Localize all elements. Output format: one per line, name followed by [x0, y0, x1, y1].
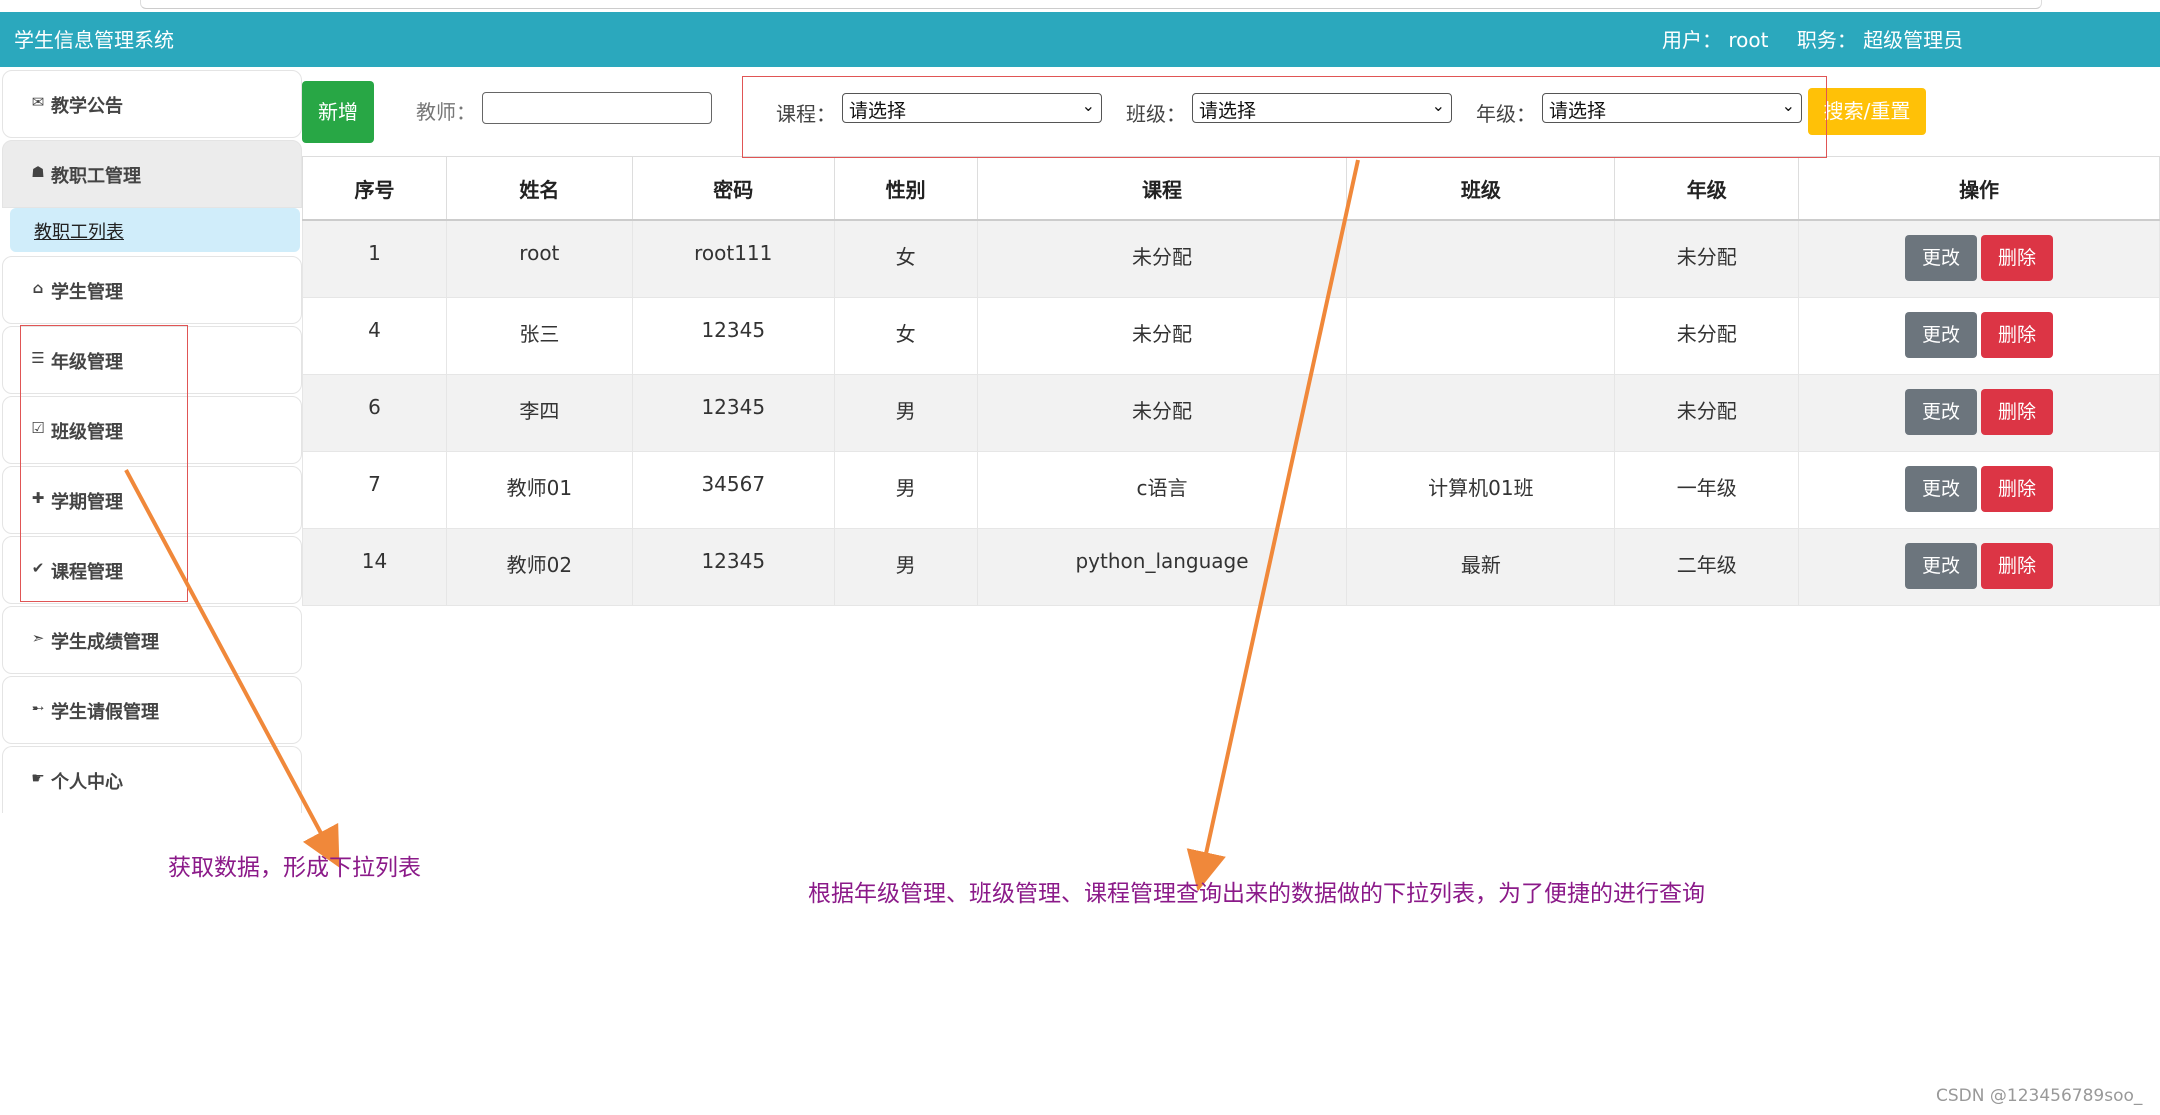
- left-annotation-text: 获取数据，形成下拉列表: [168, 855, 421, 881]
- annotation-arrows: [124, 159, 1360, 892]
- left-annotation-arrow: [124, 469, 340, 868]
- right-annotation-arrow: [1186, 159, 1360, 892]
- right-annotation-text: 根据年级管理、班级管理、课程管理查询出来的数据做的下拉列表，为了便捷的进行查询: [808, 881, 1705, 907]
- watermark: CSDN @123456789soo_: [1936, 1086, 2143, 1106]
